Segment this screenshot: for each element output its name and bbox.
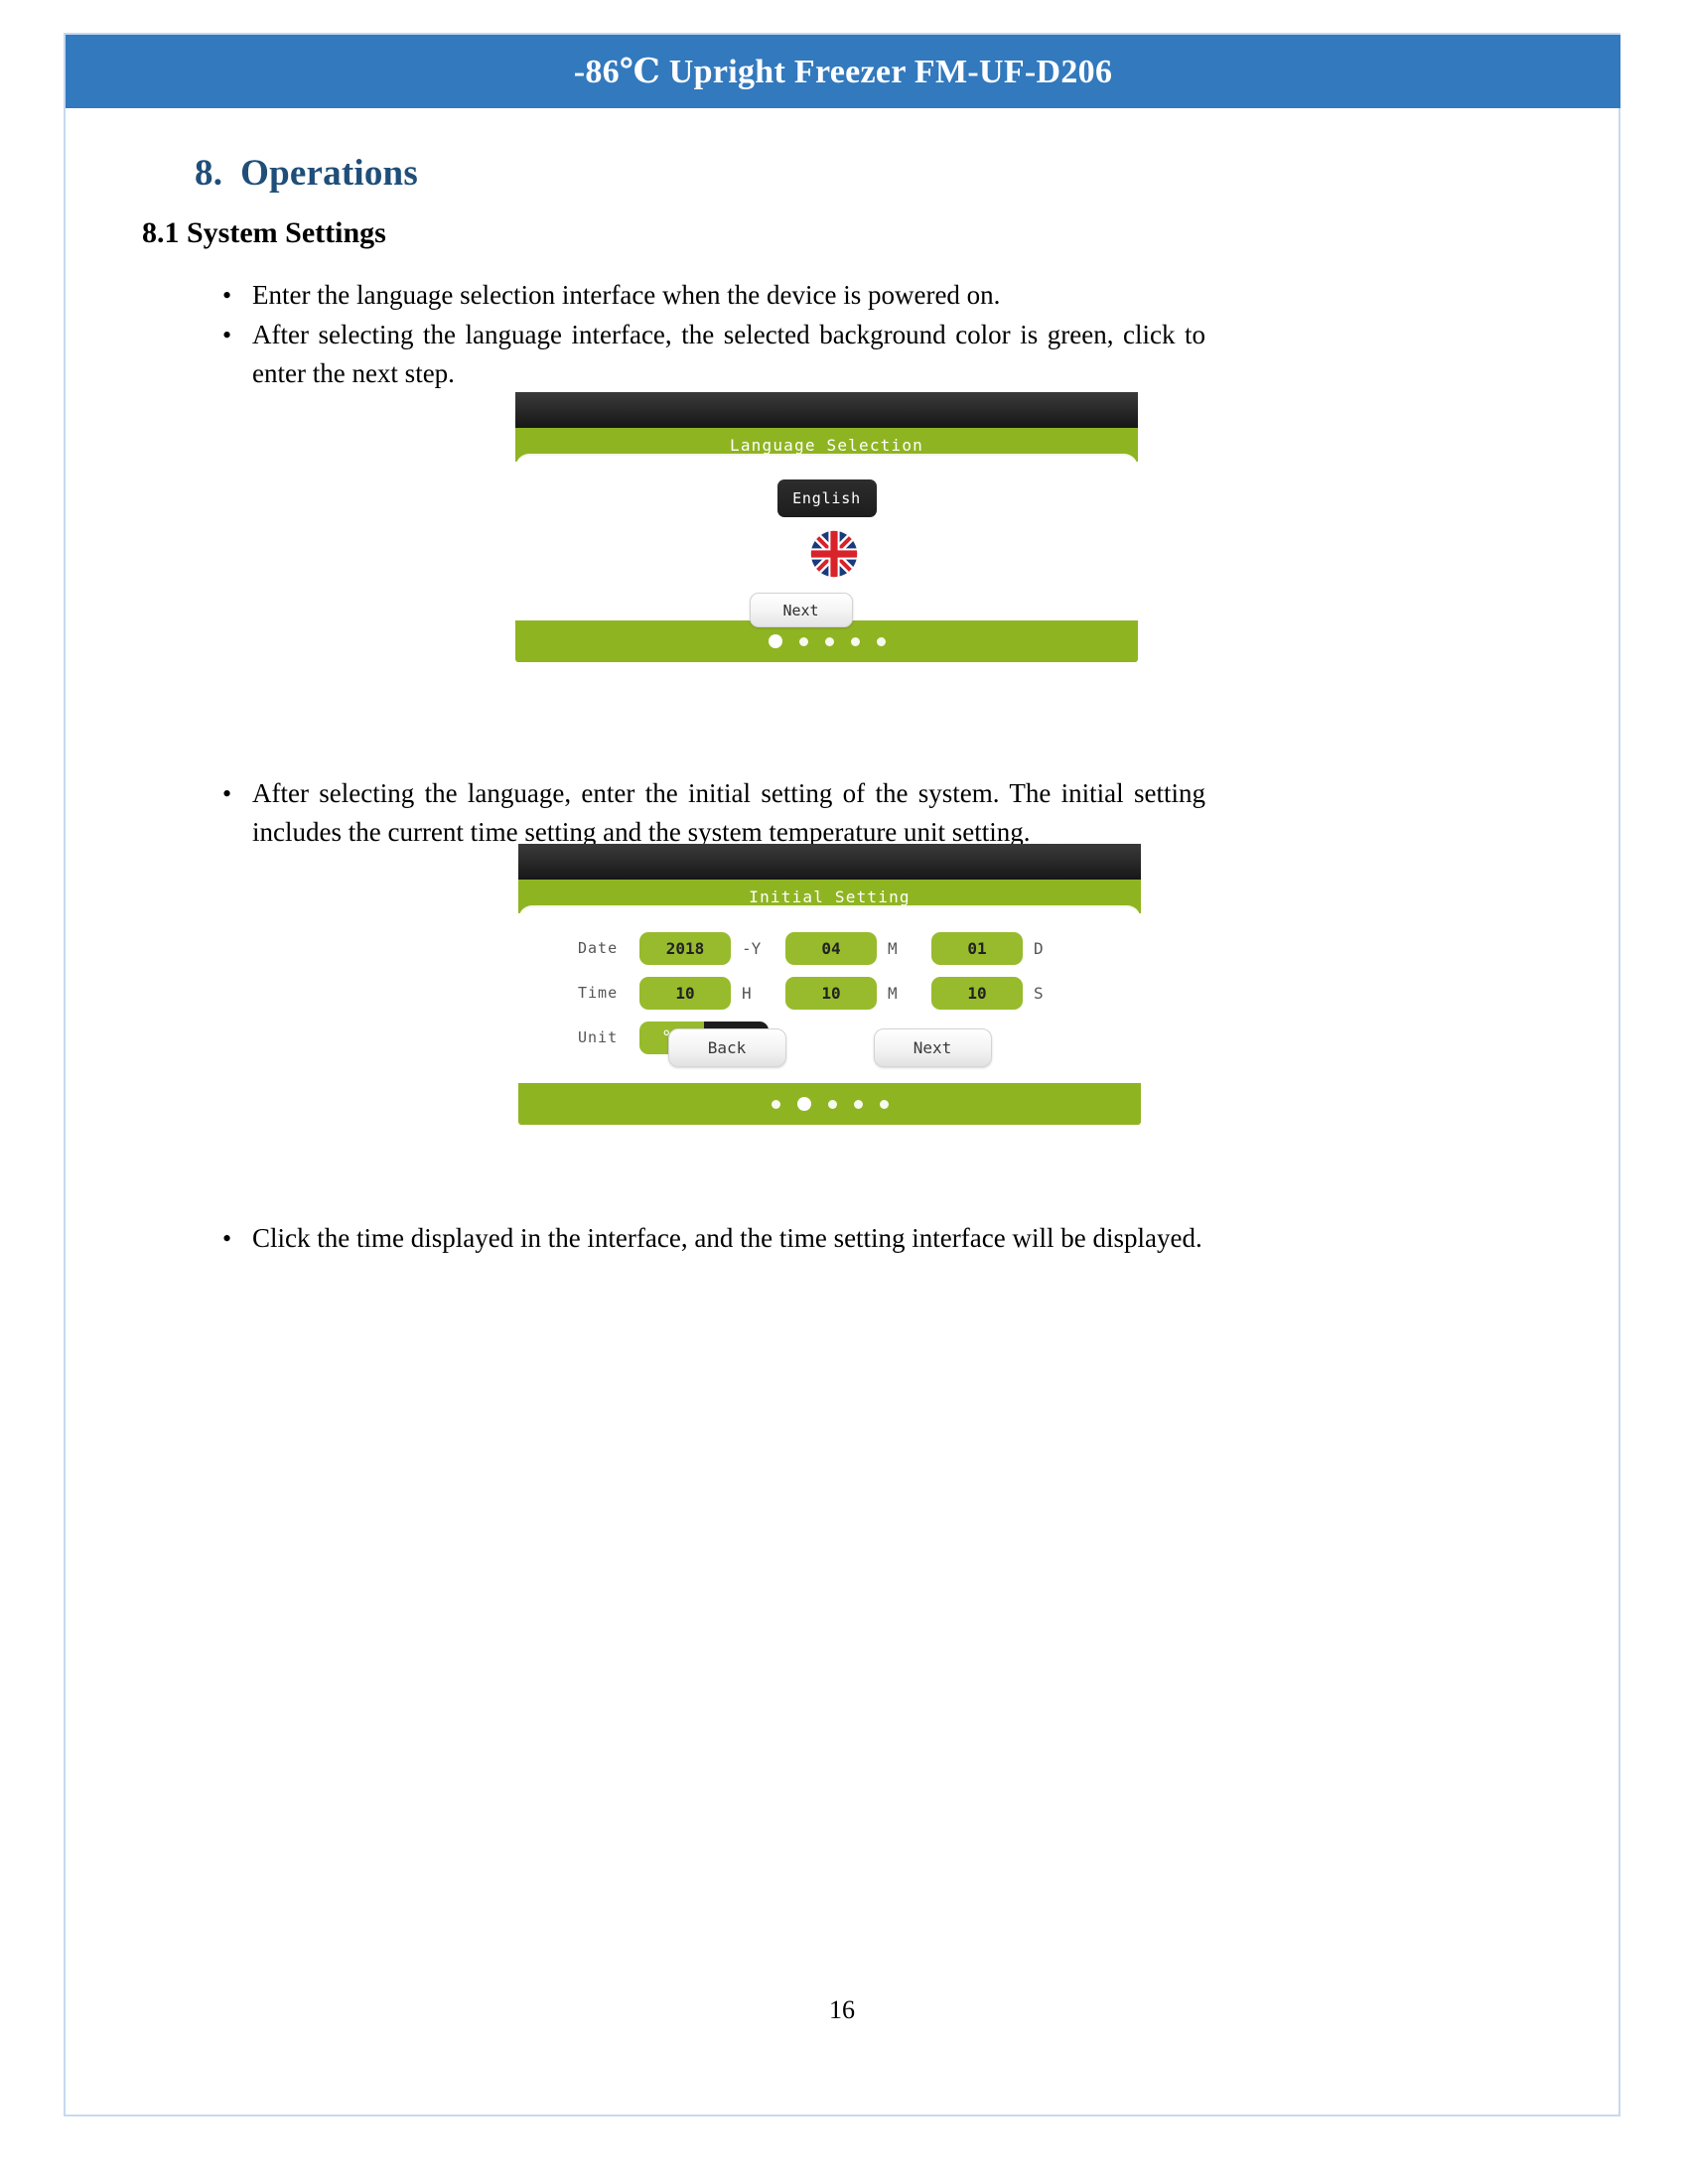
next-button[interactable]: Next: [873, 1028, 992, 1067]
date-row: Date 2018 -Y 04 M 01 D: [578, 929, 1077, 967]
bullet-text-2: After selecting the language interface, …: [252, 320, 1205, 388]
time-minute-field[interactable]: 10: [785, 976, 877, 1010]
section-heading: 8. Operations: [195, 152, 418, 195]
screenshot-initial-setting: Initial Setting Date 2018 -Y 04 M 01 D T…: [518, 844, 1141, 1131]
bullet-item-1: • Enter the language selection interface…: [214, 276, 1217, 315]
date-day-field[interactable]: 01: [931, 931, 1023, 965]
bullet-marker-icon: •: [222, 779, 232, 808]
page-dot-3[interactable]: [827, 1099, 837, 1109]
union-jack-flag-icon: [810, 530, 858, 578]
time-second-suffix: S: [1034, 983, 1044, 1003]
section-number: 8.: [195, 153, 223, 194]
time-row-label: Time: [578, 984, 619, 1002]
bullet-item-4: • Click the time displayed in the interf…: [214, 1219, 1237, 1258]
time-hour-suffix: H: [742, 983, 752, 1003]
page-dot-2[interactable]: [796, 1097, 811, 1111]
language-option-english[interactable]: English: [776, 479, 877, 517]
union-jack-flag-svg: [810, 530, 857, 578]
page-dot-4[interactable]: [853, 1099, 863, 1109]
time-minute-suffix: M: [888, 983, 898, 1003]
bullet-item-3: • After selecting the language, enter th…: [214, 774, 1217, 852]
bullet-item-2: • After selecting the language interface…: [214, 316, 1217, 393]
device-bezel-top: [518, 844, 1141, 880]
page-dot-5[interactable]: [876, 636, 886, 646]
section-title: Operations: [240, 153, 418, 194]
date-day-suffix: D: [1034, 938, 1044, 958]
document-header-title: -86℃ Upright Freezer FM-UF-D206: [573, 54, 1113, 90]
unit-row-label: Unit: [578, 1028, 619, 1046]
time-hour-field[interactable]: 10: [639, 976, 731, 1010]
document-header-bar: -86℃ Upright Freezer FM-UF-D206: [66, 35, 1620, 108]
bullet-marker-icon: •: [222, 1224, 232, 1253]
device-screen-title: Language Selection: [730, 435, 923, 455]
date-year-field[interactable]: 2018: [639, 931, 731, 965]
page-dot-2[interactable]: [798, 636, 808, 646]
page-dot-1[interactable]: [771, 1099, 780, 1109]
subsection-heading: 8.1 System Settings: [142, 216, 386, 249]
bullet-marker-icon: •: [222, 321, 232, 349]
date-month-suffix: M: [888, 938, 898, 958]
bullet-marker-icon: •: [222, 281, 232, 310]
page-dot-5[interactable]: [879, 1099, 889, 1109]
device-screen-body: Date 2018 -Y 04 M 01 D Time 10 H 10 M 10…: [518, 907, 1141, 1083]
navigation-buttons: Back Next: [667, 1028, 992, 1067]
page-number: 16: [829, 1995, 855, 2024]
device-screen-title: Initial Setting: [749, 887, 911, 906]
date-year-suffix: -Y: [742, 938, 762, 958]
page-dot-3[interactable]: [824, 636, 834, 646]
device-screen-body: English Next: [515, 456, 1138, 627]
page-dot-1[interactable]: [768, 634, 782, 648]
time-row: Time 10 H 10 M 10 S: [578, 974, 1077, 1012]
back-button[interactable]: Back: [667, 1028, 786, 1067]
screenshot-language-selection: Language Selection English Next: [515, 392, 1138, 668]
bullet-text-3: After selecting the language, enter the …: [252, 778, 1205, 847]
device-bezel-top: [515, 392, 1138, 428]
date-row-label: Date: [578, 939, 619, 957]
bullet-text-4: Click the time displayed in the interfac…: [252, 1223, 1202, 1253]
page-dot-4[interactable]: [850, 636, 860, 646]
page-indicator-dots: [518, 1083, 1141, 1125]
time-second-field[interactable]: 10: [931, 976, 1023, 1010]
next-button[interactable]: Next: [749, 593, 853, 627]
bullet-text-1: Enter the language selection interface w…: [252, 280, 1001, 310]
date-month-field[interactable]: 04: [785, 931, 877, 965]
